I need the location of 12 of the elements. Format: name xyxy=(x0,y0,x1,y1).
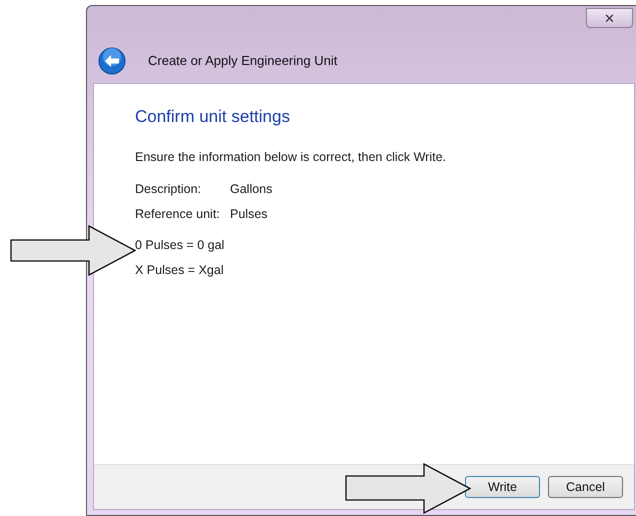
field-label: Reference unit: xyxy=(135,206,221,223)
dialog-button[interactable]: Write xyxy=(465,476,540,498)
dialog-button[interactable]: Cancel xyxy=(548,476,623,498)
field-label: Description: xyxy=(135,181,202,198)
page-heading: Confirm unit settings xyxy=(135,106,291,128)
window-title: Create or Apply Engineering Unit xyxy=(148,52,338,70)
field-value: Gallons xyxy=(230,181,272,198)
instruction-text: Ensure the information below is correct, then click Write. xyxy=(135,148,448,166)
conversion-text: X Pulses = Xgal xyxy=(135,262,224,279)
conversion-text: 0 Pulses = 0 gal xyxy=(135,236,224,254)
field-value: Pulses xyxy=(230,206,268,223)
close-button[interactable]: ✕ xyxy=(586,8,633,28)
